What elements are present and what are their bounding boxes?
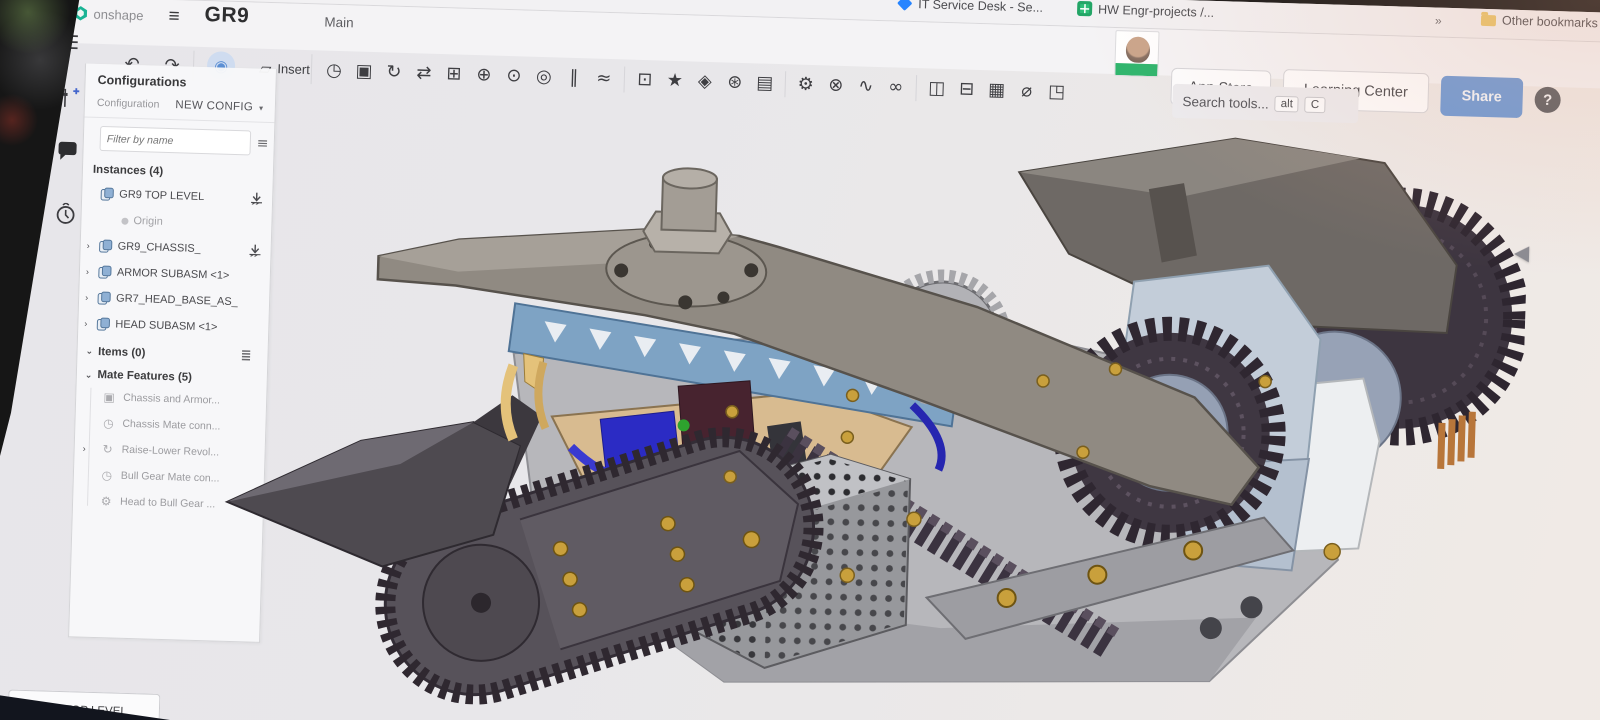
toolbar-divider [915,75,917,101]
mate-label: Bull Gear Mate con... [121,470,220,485]
comments-panel-icon[interactable] [56,141,79,164]
kbd-alt: alt [1274,96,1299,113]
document-title[interactable]: GR9 [204,3,249,28]
mouse-cursor [1514,246,1529,262]
items-header-label: Items (0) [98,345,146,358]
search-tools-bar[interactable]: Search tools... alt C [1172,84,1359,124]
chevron-down-icon: ⌄ [85,346,93,357]
monitor-photo: IT Service Desk - Se... HW Engr-projects… [0,0,1600,720]
bookmark-label: HW Engr-projects /... [1098,2,1214,19]
revolute-mate-icon[interactable]: ↻ [379,56,410,87]
search-tools-label: Search tools... [1182,94,1269,112]
versions-history-icon[interactable] [54,203,77,226]
avatar-face [1126,36,1151,63]
chevron-right-icon[interactable]: › [85,293,97,303]
mate-label: Head to Bull Gear ... [120,496,215,511]
chevron-right-icon[interactable]: › [87,241,99,251]
planar-mate-icon[interactable]: ⊞ [439,58,470,89]
ball-mate-icon[interactable]: ◎ [528,61,559,92]
subassembly-icon [100,187,114,201]
onshape-wordmark: onshape [93,6,143,22]
sheets-grid-icon [1077,1,1092,16]
revolute-mate-icon: ↻ [99,442,115,456]
assembly-viewport[interactable] [203,107,1530,720]
onshape-logo[interactable]: onshape [72,5,143,23]
explode-view-icon[interactable]: ★ [659,65,690,96]
subassembly-icon [98,239,112,253]
jira-diamond-icon [897,0,912,11]
instance-label: ARMOR SUBASM <1> [117,266,230,281]
document-menu-icon[interactable]: ≡ [168,6,180,28]
mate-connector-icon[interactable]: ◷ [319,54,350,85]
gear-mate-icon: ⚙ [98,494,114,508]
pin-slot-mate-icon[interactable]: ⊙ [499,60,530,91]
hide-suppress-icon[interactable]: ⌀ [1011,75,1042,106]
tangent-relation-icon[interactable]: ≈ [588,62,619,93]
mate-connector-icon: ◷ [100,416,116,430]
folder-icon [1481,14,1496,25]
mates-header-label: Mate Features (5) [97,369,192,384]
group-tool-icon[interactable]: ⊡ [629,64,660,95]
belt-relation-icon[interactable]: ∿ [850,70,881,101]
other-bookmarks[interactable]: Other bookmarks [1481,13,1598,30]
section-view-icon[interactable]: ◫ [921,72,952,103]
workspace-main[interactable]: Main [324,15,354,31]
user-avatar[interactable] [1114,30,1159,77]
chevron-right-icon[interactable]: › [86,267,98,277]
browser-screen: IT Service Desk - Se... HW Engr-projects… [0,0,1600,720]
configuration-label: Configuration [97,97,160,111]
subassembly-icon [97,291,111,305]
bookmark-label: IT Service Desk - Se... [918,0,1043,14]
toolbar-divider [623,67,625,93]
bookmark-service-desk[interactable]: IT Service Desk - Se... [897,0,1043,15]
chevron-right-icon[interactable]: › [84,319,96,329]
rack-relation-icon[interactable]: ⊗ [820,69,851,100]
slider-mate-icon[interactable]: ⇄ [409,57,440,88]
toolbar-divider [784,71,786,97]
measure-tool-icon[interactable]: ◳ [1041,76,1072,107]
snap-mode-icon[interactable]: ⊛ [719,66,750,97]
mate-label: Chassis and Armor... [123,392,220,407]
other-bookmarks-label: Other bookmarks [1502,13,1598,30]
insert-label: Insert [277,61,310,77]
origin-icon [121,217,128,224]
mate-label: Raise-Lower Revol... [121,444,219,459]
insert-part-icon[interactable]: ◈ [689,65,720,96]
mate-connector-icon: ◷ [99,468,115,482]
instance-label: Origin [133,215,163,228]
instance-label: GR9 TOP LEVEL [119,189,204,204]
fastened-mate-icon: ▣ [101,390,117,404]
chevron-right-icon[interactable]: › [83,444,94,454]
subassembly-icon [96,317,110,331]
fastened-mate-icon[interactable]: ▣ [349,55,380,86]
cylindrical-mate-icon[interactable]: ⊕ [469,59,500,90]
bookmark-hw-engr[interactable]: HW Engr-projects /... [1077,1,1214,20]
instance-label: HEAD SUBASM <1> [115,318,217,333]
mate-label: Chassis Mate conn... [122,418,220,433]
instance-label: GR9_CHASSIS_ [118,241,201,255]
chevron-down-icon: ⌄ [85,369,93,380]
subassembly-icon [98,265,112,279]
display-states-icon[interactable]: ▤ [749,67,780,98]
chain-relation-icon[interactable]: ∞ [880,71,911,102]
named-views-icon[interactable]: ⊟ [951,73,982,104]
bookmarks-overflow-chevron[interactable]: » [1435,13,1442,27]
parallel-relation-icon[interactable]: ∥ [558,62,589,93]
gear-relation-icon[interactable]: ⚙ [790,68,821,99]
kbd-c: C [1305,97,1326,114]
bom-table-icon[interactable]: ▦ [981,74,1012,105]
